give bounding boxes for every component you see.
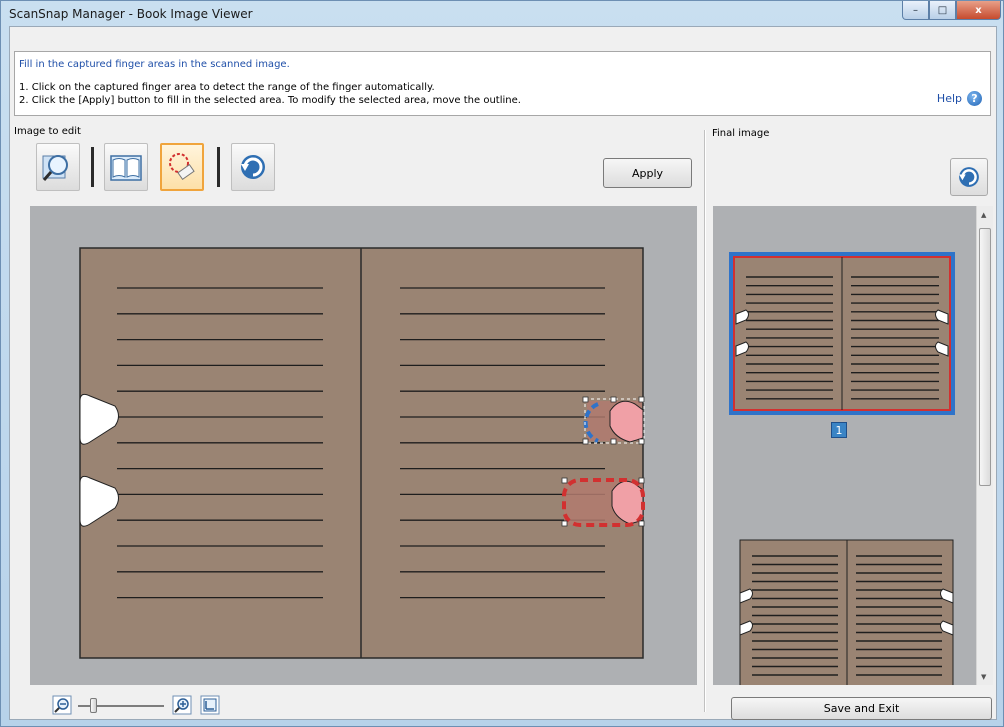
zoom-in-icon <box>172 695 192 715</box>
page-number-badge[interactable]: 1 <box>831 422 847 438</box>
zoom-slider-thumb[interactable] <box>90 698 97 713</box>
minimize-button[interactable]: – <box>902 1 929 20</box>
undo-icon <box>959 167 979 187</box>
zoom-out-icon <box>52 695 72 715</box>
save-and-exit-button[interactable]: Save and Exit <box>731 697 992 720</box>
help-label: Help <box>936 92 962 105</box>
image-to-edit-label: Image to edit <box>14 126 81 137</box>
apply-button[interactable]: Apply <box>603 158 692 188</box>
undo-button[interactable] <box>231 143 275 191</box>
zoom-out-button[interactable] <box>52 695 72 715</box>
final-scrollbar[interactable]: ▲ ▼ <box>976 206 993 685</box>
final-image-label: Final image <box>712 128 770 139</box>
undo-icon <box>241 155 265 179</box>
title-bar[interactable]: ScanSnap Manager - Book Image Viewer – □… <box>1 1 1004 26</box>
help-link[interactable]: Help ? <box>937 91 982 106</box>
maximize-button[interactable]: □ <box>929 1 956 20</box>
fit-icon <box>200 695 220 715</box>
finger-fill-eraser-icon <box>169 153 195 180</box>
panel-divider <box>704 130 706 712</box>
magnifier-button[interactable] <box>36 143 80 191</box>
final-thumbnails <box>733 256 954 685</box>
magnifier-icon <box>42 155 68 181</box>
instruction-box: Fill in the captured finger areas in the… <box>14 51 991 116</box>
toolbar-separator <box>217 147 220 187</box>
zoom-in-button[interactable] <box>172 695 192 715</box>
final-image-pane[interactable]: 1 <box>713 206 976 685</box>
edit-canvas[interactable] <box>30 206 697 685</box>
app-window: ScanSnap Manager - Book Image Viewer – □… <box>0 0 1004 727</box>
book-image[interactable] <box>30 206 697 685</box>
close-button[interactable]: x <box>956 1 1001 20</box>
book-crop-icon <box>110 155 142 181</box>
reset-final-button[interactable] <box>950 158 988 196</box>
window-title: ScanSnap Manager - Book Image Viewer <box>9 7 253 21</box>
scroll-thumb[interactable] <box>979 228 991 486</box>
toolbar-separator <box>91 147 94 187</box>
help-icon: ? <box>967 91 982 106</box>
fit-to-window-button[interactable] <box>200 695 220 715</box>
scroll-down-icon[interactable]: ▼ <box>981 673 986 681</box>
finger-fill-button[interactable] <box>160 143 204 191</box>
book-crop-button[interactable] <box>104 143 148 191</box>
instruction-line-2: 2. Click the [Apply] button to fill in t… <box>19 95 521 106</box>
client-area: Fill in the captured finger areas in the… <box>9 26 997 720</box>
scroll-up-icon[interactable]: ▲ <box>981 211 986 219</box>
instruction-line-1: 1. Click on the captured finger area to … <box>19 82 435 93</box>
instruction-heading: Fill in the captured finger areas in the… <box>19 59 290 70</box>
